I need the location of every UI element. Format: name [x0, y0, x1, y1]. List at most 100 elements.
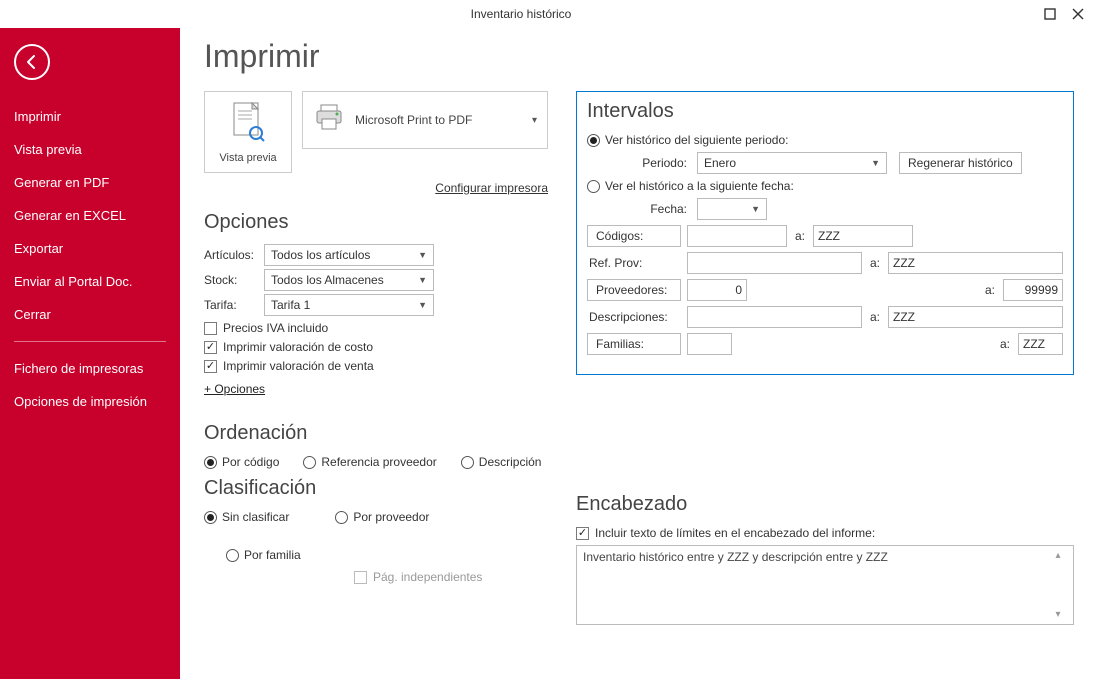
regenerar-historico-button[interactable]: Regenerar histórico: [899, 152, 1022, 174]
orden-por-codigo-radio[interactable]: Por código: [204, 455, 279, 469]
chevron-down-icon: ▼: [418, 275, 427, 285]
printer-selector[interactable]: Microsoft Print to PDF ▾: [302, 91, 548, 149]
scroll-down-icon: ▾: [1055, 609, 1060, 620]
ordenacion-heading: Ordenación: [204, 422, 548, 445]
close-button[interactable]: [1066, 4, 1090, 24]
radio-off-icon: [226, 549, 239, 562]
printer-icon: [313, 103, 345, 138]
articulos-select[interactable]: Todos los artículos ▼: [264, 244, 434, 266]
orden-descripcion-radio[interactable]: Descripción: [461, 455, 542, 469]
fecha-select[interactable]: ▼: [697, 198, 767, 220]
scroll-up-icon: ▴: [1055, 550, 1060, 561]
mas-opciones-link[interactable]: + Opciones: [204, 382, 265, 396]
periodo-label: Periodo:: [615, 156, 691, 170]
stock-label: Stock:: [204, 273, 264, 287]
a-separator: a:: [983, 283, 997, 297]
radio-off-icon: [303, 456, 316, 469]
checkbox-disabled-icon: [354, 571, 367, 584]
articulos-label: Artículos:: [204, 248, 264, 262]
titlebar: Inventario histórico: [0, 0, 1098, 28]
sidebar-item-imprimir[interactable]: Imprimir: [0, 100, 180, 133]
main-content: Imprimir: [180, 28, 1098, 679]
orden-referencia-radio[interactable]: Referencia proveedor: [303, 455, 436, 469]
refprov-from-input[interactable]: [687, 252, 862, 274]
fecha-label: Fecha:: [615, 202, 691, 216]
periodo-radio[interactable]: Ver histórico del siguiente periodo:: [587, 133, 788, 147]
page-title: Imprimir: [204, 38, 1074, 75]
radio-off-icon: [461, 456, 474, 469]
clasif-familia-radio[interactable]: Por familia: [226, 548, 301, 562]
periodo-select[interactable]: Enero ▼: [697, 152, 887, 174]
sidebar-item-vista-previa[interactable]: Vista previa: [0, 133, 180, 166]
incluir-limites-checkbox[interactable]: Incluir texto de límites en el encabezad…: [576, 526, 1074, 540]
chevron-down-icon: ▼: [751, 204, 760, 214]
sidebar-item-opciones-impresion[interactable]: Opciones de impresión: [0, 385, 180, 418]
scrollbar[interactable]: ▴ ▾: [1049, 550, 1067, 620]
pag-independientes-checkbox: Pág. independientes: [354, 570, 548, 584]
sidebar-separator: [14, 341, 166, 342]
a-separator: a:: [793, 229, 807, 243]
vista-previa-button[interactable]: Vista previa: [204, 91, 292, 173]
tarifa-select[interactable]: Tarifa 1 ▼: [264, 294, 434, 316]
encabezado-heading: Encabezado: [576, 493, 1074, 516]
encabezado-textarea[interactable]: Inventario histórico entre y ZZZ y descr…: [576, 545, 1074, 625]
page-preview-icon: [230, 101, 266, 148]
proveedores-from-input[interactable]: 0: [687, 279, 747, 301]
sidebar-item-exportar[interactable]: Exportar: [0, 232, 180, 265]
checkbox-checked-icon: [204, 341, 217, 354]
refprov-to-input[interactable]: ZZZ: [888, 252, 1063, 274]
chevron-down-icon: ▾: [532, 115, 537, 126]
checkbox-checked-icon: [204, 360, 217, 373]
clasif-proveedor-radio[interactable]: Por proveedor: [335, 510, 429, 524]
codigos-button[interactable]: Códigos:: [587, 225, 681, 247]
maximize-button[interactable]: [1038, 4, 1062, 24]
codigos-from-input[interactable]: [687, 225, 787, 247]
descripciones-to-input[interactable]: ZZZ: [888, 306, 1063, 328]
tarifa-label: Tarifa:: [204, 298, 264, 312]
sidebar-item-generar-excel[interactable]: Generar en EXCEL: [0, 199, 180, 232]
a-separator: a:: [998, 337, 1012, 351]
a-separator: a:: [868, 256, 882, 270]
sidebar-item-generar-pdf[interactable]: Generar en PDF: [0, 166, 180, 199]
chevron-down-icon: ▼: [871, 158, 880, 168]
back-button[interactable]: [14, 44, 50, 80]
radio-on-icon: [204, 511, 217, 524]
sidebar-item-enviar-portal[interactable]: Enviar al Portal Doc.: [0, 265, 180, 298]
radio-off-icon: [335, 511, 348, 524]
sidebar-item-fichero-impresoras[interactable]: Fichero de impresoras: [0, 352, 180, 385]
sidebar-item-cerrar[interactable]: Cerrar: [0, 298, 180, 331]
checkbox-checked-icon: [576, 527, 589, 540]
codigos-to-input[interactable]: ZZZ: [813, 225, 913, 247]
precios-iva-checkbox[interactable]: Precios IVA incluido: [204, 321, 548, 335]
checkbox-icon: [204, 322, 217, 335]
proveedores-to-input[interactable]: 99999: [1003, 279, 1063, 301]
chevron-down-icon: ▼: [418, 300, 427, 310]
intervalos-heading: Intervalos: [587, 100, 1063, 123]
refprov-label: Ref. Prov:: [587, 256, 681, 270]
familias-from-input[interactable]: [687, 333, 732, 355]
clasificacion-heading: Clasificación: [204, 477, 548, 500]
chevron-down-icon: ▼: [418, 250, 427, 260]
encabezado-text: Inventario histórico entre y ZZZ y descr…: [583, 550, 1049, 620]
stock-select[interactable]: Todos los Almacenes ▼: [264, 269, 434, 291]
radio-on-icon: [587, 134, 600, 147]
sidebar: Imprimir Vista previa Generar en PDF Gen…: [0, 28, 180, 679]
window-title: Inventario histórico: [8, 7, 1034, 21]
imprimir-costo-checkbox[interactable]: Imprimir valoración de costo: [204, 340, 548, 354]
clasif-sin-radio[interactable]: Sin clasificar: [204, 510, 289, 524]
imprimir-venta-checkbox[interactable]: Imprimir valoración de venta: [204, 359, 548, 373]
radio-on-icon: [204, 456, 217, 469]
descripciones-from-input[interactable]: [687, 306, 862, 328]
familias-button[interactable]: Familias:: [587, 333, 681, 355]
proveedores-button[interactable]: Proveedores:: [587, 279, 681, 301]
vista-previa-label: Vista previa: [219, 152, 276, 164]
descripciones-label: Descripciones:: [587, 310, 681, 324]
opciones-heading: Opciones: [204, 211, 548, 234]
configurar-impresora-link[interactable]: Configurar impresora: [435, 181, 548, 195]
intervalos-panel: Intervalos Ver histórico del siguiente p…: [576, 91, 1074, 375]
fecha-radio[interactable]: Ver el histórico a la siguiente fecha:: [587, 179, 794, 193]
a-separator: a:: [868, 310, 882, 324]
printer-name: Microsoft Print to PDF: [355, 113, 532, 127]
radio-off-icon: [587, 180, 600, 193]
familias-to-input[interactable]: ZZZ: [1018, 333, 1063, 355]
